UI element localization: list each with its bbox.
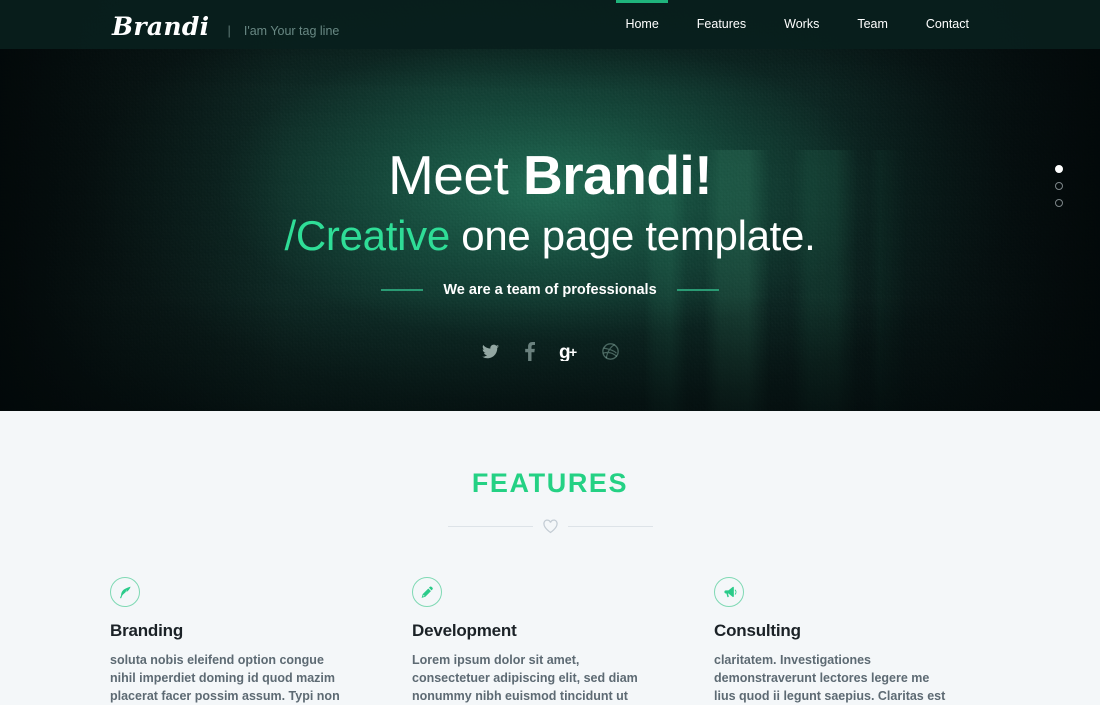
main-nav: Home Features Works Team Contact (606, 0, 988, 49)
hero-subtitle-rest: one page template. (449, 211, 816, 259)
google-plus-icon[interactable]: g + (555, 336, 585, 366)
hero-tagline-text: We are a team of professionals (443, 282, 657, 299)
hero-tagline-row: We are a team of professionals (0, 282, 1100, 298)
hero-section: Brandi | I'am Your tag line Home Feature… (0, 0, 1100, 411)
brand-area[interactable]: Brandi | I'am Your tag line (112, 12, 339, 41)
social-links: g + (0, 336, 1100, 366)
tagline-rule-left (381, 289, 424, 292)
hero-title-light: Meet (387, 144, 524, 206)
hero-title: Meet Brandi! (0, 144, 1100, 207)
twitter-icon[interactable] (475, 336, 505, 366)
brand-logo[interactable]: Brandi (112, 12, 209, 41)
hero-subtitle-accent: /Creative (284, 211, 451, 259)
facebook-icon[interactable] (515, 336, 545, 366)
brand-separator: | (227, 23, 231, 38)
brand-tagline: I'am Your tag line (243, 24, 340, 38)
nav-item-features[interactable]: Features (678, 0, 765, 49)
nav-item-works[interactable]: Works (765, 0, 838, 49)
hero-title-bold: Brandi! (523, 144, 713, 206)
feature-body-branding: soluta nobis eleifend option congue nihi… (110, 653, 340, 703)
nav-item-home[interactable]: Home (606, 0, 677, 49)
dribbble-icon[interactable] (595, 336, 625, 366)
features-heading: FEATURES (471, 468, 629, 498)
feather-icon (110, 577, 140, 607)
tagline-rule-right (676, 289, 719, 292)
slider-dot-1[interactable] (1055, 165, 1063, 173)
feature-title-development: Development (412, 621, 517, 640)
divider-line-right (567, 526, 653, 527)
feature-column-development: Development Lorem ipsum dolor sit amet, … (412, 577, 714, 705)
slider-dot-2[interactable] (1055, 182, 1063, 190)
megaphone-icon (714, 577, 744, 607)
feature-title-branding: Branding (110, 621, 184, 640)
hero-content: Meet Brandi! /Creative one page template… (0, 0, 1100, 366)
feature-column-consulting: Consulting claritatem. Investigationes d… (714, 577, 1016, 705)
heart-icon (542, 519, 559, 534)
top-navigation-bar: Brandi | I'am Your tag line Home Feature… (0, 0, 1100, 49)
slider-dot-3[interactable] (1055, 199, 1063, 207)
pencil-icon (412, 577, 442, 607)
section-divider (0, 519, 1100, 534)
features-section: FEATURES Branding soluta nobis eleifend … (0, 411, 1100, 705)
nav-item-team[interactable]: Team (838, 0, 907, 49)
features-columns: Branding soluta nobis eleifend option co… (0, 577, 1100, 705)
feature-title-consulting: Consulting (714, 621, 801, 640)
feature-body-development: Lorem ipsum dolor sit amet, consectetuer… (412, 653, 638, 703)
slider-dot-nav (1055, 165, 1063, 207)
feature-body-consulting: claritatem. Investigationes demonstraver… (714, 653, 946, 703)
feature-column-branding: Branding soluta nobis eleifend option co… (110, 577, 412, 705)
divider-line-left (447, 526, 533, 527)
hero-subtitle: /Creative one page template. (0, 211, 1100, 261)
nav-item-contact[interactable]: Contact (907, 0, 988, 49)
svg-text:+: + (569, 344, 577, 360)
